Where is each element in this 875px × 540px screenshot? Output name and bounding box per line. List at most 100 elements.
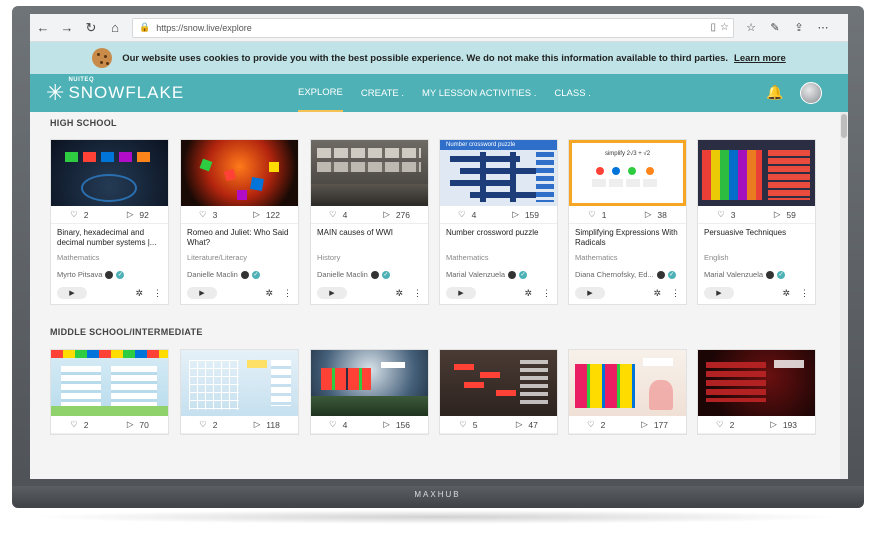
address-bar[interactable]: 🔒 https://snow.live/explore ▯ ☆ <box>132 17 734 38</box>
activity-card[interactable]: ♡ 3 ▷ 122 Romeo and Juliet: Who Said What?… <box>180 139 299 305</box>
card-author[interactable]: Danielle Maclin <box>187 270 238 279</box>
play-button[interactable]: ▶ <box>704 287 734 299</box>
activity-card[interactable]: ♡ 2 ▷ 92 Binary, hexadecimal and decimal n… <box>50 139 169 305</box>
more-options-icon[interactable]: ⋮ <box>671 288 680 299</box>
menu-class[interactable]: CLASS . <box>554 74 590 112</box>
user-avatar[interactable] <box>800 82 822 104</box>
activity-thumbnail[interactable] <box>311 350 428 416</box>
heart-icon[interactable]: ♡ <box>717 209 725 220</box>
reading-view-icon[interactable]: ▯ <box>711 22 717 33</box>
activity-thumbnail[interactable]: Number crossword puzzle <box>440 140 557 206</box>
activity-card[interactable]: ♡ 2 ▷ 70 <box>50 349 169 435</box>
heart-icon[interactable]: ♡ <box>329 419 337 430</box>
card-author[interactable]: Myrto Pitsava <box>57 270 102 279</box>
activity-card[interactable]: ♡ 2 ▷ 177 <box>568 349 687 435</box>
heart-icon[interactable]: ♡ <box>70 419 78 430</box>
activity-thumbnail[interactable] <box>698 140 815 206</box>
gear-icon[interactable]: ✲ <box>135 288 143 299</box>
heart-icon[interactable]: ♡ <box>459 419 467 430</box>
device-shadow <box>30 510 845 524</box>
refresh-button[interactable]: ↻ <box>80 17 102 39</box>
card-author[interactable]: Danielle Maclin <box>317 270 368 279</box>
play-button[interactable]: ▶ <box>317 287 347 299</box>
heart-icon[interactable]: ♡ <box>588 209 596 220</box>
back-button[interactable]: ← <box>32 17 54 39</box>
favorites-icon[interactable]: ☆ <box>742 21 760 34</box>
play-button[interactable]: ▶ <box>187 287 217 299</box>
more-options-icon[interactable]: ⋮ <box>800 288 809 299</box>
activity-thumbnail[interactable] <box>440 350 557 416</box>
likes-count: 4 <box>342 419 348 430</box>
gear-icon[interactable]: ✲ <box>653 288 661 299</box>
card-stats: ♡ 2 ▷ 118 <box>181 416 298 434</box>
card-author[interactable]: Diana Chernofsky, Ed... <box>575 270 654 279</box>
activity-thumbnail[interactable] <box>311 140 428 206</box>
gear-icon[interactable]: ✲ <box>395 288 403 299</box>
plays-count: 159 <box>524 209 540 220</box>
heart-icon[interactable]: ♡ <box>199 209 207 220</box>
gear-icon[interactable]: ✲ <box>524 288 532 299</box>
home-button[interactable]: ⌂ <box>104 17 126 39</box>
likes-count: 2 <box>729 419 735 430</box>
menu-explore[interactable]: EXPLORE <box>298 74 343 112</box>
more-options-icon[interactable]: ⋮ <box>283 288 292 299</box>
activity-thumbnail[interactable] <box>181 140 298 206</box>
more-options-icon[interactable]: ⋮ <box>413 288 422 299</box>
scrollbar-thumb[interactable] <box>841 114 847 138</box>
activity-card[interactable]: simplify 2√3 + √2 ♡ 1 ▷ 38 Simplifying Exp… <box>568 139 687 305</box>
activity-card[interactable]: ♡ 4 ▷ 156 <box>310 349 429 435</box>
gear-icon[interactable]: ✲ <box>265 288 273 299</box>
activity-card[interactable]: ♡ 4 ▷ 276 MAIN causes of WWI History Danie… <box>310 139 429 305</box>
card-title[interactable]: MAIN causes of WWI <box>317 228 422 250</box>
gear-icon[interactable]: ✲ <box>782 288 790 299</box>
snowflake-logo[interactable]: ✳ NUITEQ SNOWFLAKE <box>46 77 184 104</box>
more-icon[interactable]: ⋯ <box>814 21 832 34</box>
heart-icon[interactable]: ♡ <box>329 209 337 220</box>
trainer-badge-icon <box>240 270 249 279</box>
card-title[interactable]: Simplifying Expressions With Radicals <box>575 228 680 250</box>
card-title[interactable]: Persuasive Techniques <box>704 228 809 250</box>
forward-icon: → <box>60 20 74 35</box>
more-options-icon[interactable]: ⋮ <box>542 288 551 299</box>
section-title-middle-school: MIDDLE SCHOOL/INTERMEDIATE <box>50 327 203 337</box>
card-author[interactable]: Marial Valenzuela <box>704 270 763 279</box>
menu-my-lesson-activities[interactable]: MY LESSON ACTIVITIES . <box>422 74 536 112</box>
heart-icon[interactable]: ♡ <box>716 419 724 430</box>
card-title[interactable]: Binary, hexadecimal and decimal number s… <box>57 228 162 250</box>
heart-icon[interactable]: ♡ <box>199 419 207 430</box>
play-button[interactable]: ▶ <box>575 287 605 299</box>
heart-icon[interactable]: ♡ <box>587 419 595 430</box>
activity-card[interactable]: Number crossword puzzle ♡ 4 ▷ 159 Number c… <box>439 139 558 305</box>
play-button[interactable]: ▶ <box>446 287 476 299</box>
pen-icon[interactable]: ✎ <box>766 21 784 34</box>
play-count-icon: ▷ <box>383 209 390 219</box>
card-author[interactable]: Marial Valenzuela <box>446 270 505 279</box>
heart-icon[interactable]: ♡ <box>70 209 78 220</box>
learn-more-link[interactable]: Learn more <box>734 53 786 64</box>
notification-bell-icon[interactable]: 🔔 <box>766 84 783 101</box>
favorite-star-icon[interactable]: ☆ <box>720 22 729 33</box>
play-count-icon: ▷ <box>126 419 134 429</box>
forward-button[interactable]: → <box>56 17 78 39</box>
heart-icon[interactable]: ♡ <box>458 209 466 220</box>
activity-card[interactable]: ♡ 5 ▷ 47 <box>439 349 558 435</box>
activity-thumbnail[interactable] <box>51 140 168 206</box>
play-count-icon: ▷ <box>773 209 781 219</box>
activity-card[interactable]: ♡ 2 ▷ 118 <box>180 349 299 435</box>
activity-thumbnail[interactable]: simplify 2√3 + √2 <box>569 140 686 206</box>
menu-create[interactable]: CREATE . <box>361 74 404 112</box>
activity-thumbnail[interactable] <box>569 350 686 416</box>
activity-thumbnail[interactable] <box>181 350 298 416</box>
card-title[interactable]: Number crossword puzzle <box>446 228 551 250</box>
activity-card[interactable]: ♡ 3 ▷ 59 Persuasive Techniques English Mar… <box>697 139 816 305</box>
play-button[interactable]: ▶ <box>57 287 87 299</box>
play-count-icon: ▷ <box>126 209 134 219</box>
more-options-icon[interactable]: ⋮ <box>153 288 162 299</box>
card-title[interactable]: Romeo and Juliet: Who Said What? <box>187 228 292 250</box>
activity-thumbnail[interactable] <box>698 350 815 416</box>
page-scrollbar[interactable] <box>840 112 848 479</box>
card-subject: History <box>317 253 341 262</box>
share-icon[interactable]: ⇪ <box>790 21 808 34</box>
activity-thumbnail[interactable] <box>51 350 168 416</box>
activity-card[interactable]: ♡ 2 ▷ 193 <box>697 349 816 435</box>
